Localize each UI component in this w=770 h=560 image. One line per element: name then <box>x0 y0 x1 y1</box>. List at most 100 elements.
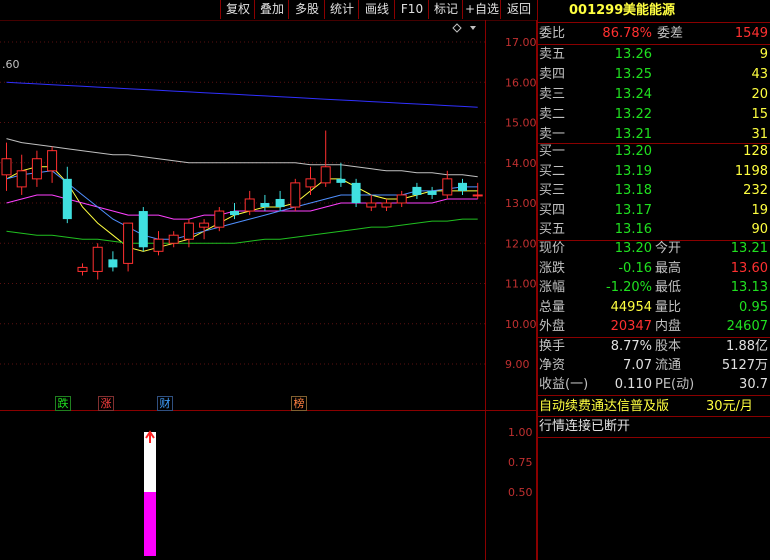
connection-status: 行情连接已断开 <box>539 419 631 434</box>
event-badge-down[interactable]: 跌 <box>55 396 71 411</box>
moving-average-lines <box>6 81 478 252</box>
candle-body <box>275 198 285 208</box>
bid-price: 13.19 <box>614 163 652 179</box>
promo-text[interactable]: 自动续费通达信普及版 <box>539 397 669 416</box>
bid-row: 买五 13.16 90 <box>537 220 770 239</box>
candle-body <box>305 178 316 188</box>
bid-row: 买二 13.19 1198 <box>537 162 770 181</box>
quote-row: 总量 44954 量比 0.95 <box>537 298 770 317</box>
candle-body <box>320 166 331 184</box>
kline-chart[interactable]: 17.00 16.00 15.00 14.00 13.00 12.00 11.00 10.00… <box>0 20 537 560</box>
quote-value: 0.95 <box>739 299 768 315</box>
ask-row: 卖三 13.24 20 <box>537 85 770 104</box>
candle-body <box>290 182 301 208</box>
overlay-button[interactable]: 叠加 <box>254 0 289 19</box>
weibi-row: 委比 86.78% 委差 1549 <box>537 24 770 43</box>
event-badge-finance[interactable]: 财 <box>157 396 173 411</box>
bid-price: 13.16 <box>614 222 652 237</box>
quote-value: 13.21 <box>730 241 768 256</box>
ask-price: 13.22 <box>614 107 652 122</box>
price-tick-label: 9.00 <box>505 358 530 371</box>
quote-value: 20347 <box>610 319 652 334</box>
candlesticks <box>1 130 483 280</box>
fundamental-row: 收益(一) 0.110 PE(动) 30.7 <box>537 375 770 394</box>
fund-value: 30.7 <box>739 377 768 392</box>
back-button[interactable]: 返回 <box>500 0 537 19</box>
candle-body <box>108 259 118 268</box>
candle-body <box>351 182 361 203</box>
candle-body <box>47 150 58 172</box>
stock-header: 001299 美能能源 <box>537 1 770 20</box>
indicator-tick-label: 1.00 <box>508 426 533 439</box>
price-tick-label: 17.00 <box>505 36 537 49</box>
ask-price: 13.24 <box>614 87 652 102</box>
status-row: 行情连接已断开 <box>537 417 770 436</box>
price-tick-label: 11.00 <box>505 278 537 291</box>
bid-volume: 19 <box>751 202 768 218</box>
candle-body <box>138 211 148 248</box>
left-price-label: .60 <box>2 58 20 71</box>
bid-volume: 232 <box>743 183 768 198</box>
bid-row: 买三 13.18 232 <box>537 181 770 200</box>
ask-row: 卖二 13.22 15 <box>537 105 770 124</box>
candle-body <box>183 222 194 240</box>
quote-value: 13.20 <box>614 241 652 256</box>
bid-volume: 128 <box>743 144 768 159</box>
candle-body <box>472 194 483 197</box>
candle-body <box>92 246 103 272</box>
candle-body <box>366 202 377 208</box>
candle-body <box>381 202 392 208</box>
add-favorite-button[interactable]: +自选 <box>462 0 501 19</box>
ma-line <box>6 81 478 108</box>
indicator-tick-label: 0.50 <box>508 486 533 499</box>
candle-body <box>260 203 270 208</box>
candle-body <box>153 238 164 252</box>
triangle-down-icon[interactable] <box>470 26 476 30</box>
f10-button[interactable]: F10 <box>394 0 429 19</box>
divider <box>537 437 770 438</box>
ask-price: 13.26 <box>614 47 652 62</box>
event-badge-up[interactable]: 涨 <box>98 396 114 411</box>
multi-stock-button[interactable]: 多股 <box>288 0 325 19</box>
diamond-icon[interactable] <box>452 23 462 33</box>
candle-body <box>442 178 453 196</box>
ask-volume: 43 <box>751 67 768 82</box>
price-tick-label: 13.00 <box>505 197 537 210</box>
fund-value: 5127万 <box>721 358 768 373</box>
bid-row: 买四 13.17 19 <box>537 201 770 220</box>
fuquan-button[interactable]: 复权 <box>220 0 255 19</box>
panel-left-border <box>537 0 538 560</box>
weidiff-value: 1549 <box>734 26 768 41</box>
candle-body <box>123 222 134 264</box>
bid-volume: 90 <box>751 222 768 237</box>
candle-body <box>396 194 407 204</box>
quote-row: 涨幅 -1.20% 最低 13.13 <box>537 278 770 297</box>
candle-body <box>199 222 210 228</box>
weibi-value: 86.78% <box>602 26 652 41</box>
candle-body <box>62 178 72 220</box>
quote-value: 44954 <box>610 299 652 315</box>
fund-value: 0.110 <box>614 377 652 392</box>
divider <box>537 395 770 396</box>
ask-volume: 9 <box>759 47 768 62</box>
fund-value: 7.07 <box>623 358 652 373</box>
promo-row[interactable]: 自动续费通达信普及版 30元/月 <box>537 397 770 416</box>
indicator-tick-label: 0.75 <box>508 456 533 469</box>
quote-row: 现价 13.20 今开 13.21 <box>537 239 770 258</box>
draw-line-button[interactable]: 画线 <box>358 0 395 19</box>
fund-value: 8.77% <box>610 339 652 354</box>
statistics-button[interactable]: 统计 <box>324 0 359 19</box>
candle-body <box>244 198 255 212</box>
quote-value: 13.13 <box>730 280 768 295</box>
ask-row: 卖四 13.25 43 <box>537 65 770 84</box>
ma-line <box>6 170 478 240</box>
candle-body <box>458 182 467 191</box>
quote-panel: 001299 美能能源 委比 86.78% 委差 1549 卖五 13.26 9 卖四… <box>537 0 770 560</box>
stock-name: 美能能源 <box>623 3 676 18</box>
mark-button[interactable]: 标记 <box>428 0 463 19</box>
candle-body <box>412 186 422 195</box>
ma-line <box>6 138 478 178</box>
candle-body <box>1 158 12 176</box>
event-badge-ranking[interactable]: 榜 <box>291 396 307 411</box>
promo-price[interactable]: 30元/月 <box>706 397 753 416</box>
